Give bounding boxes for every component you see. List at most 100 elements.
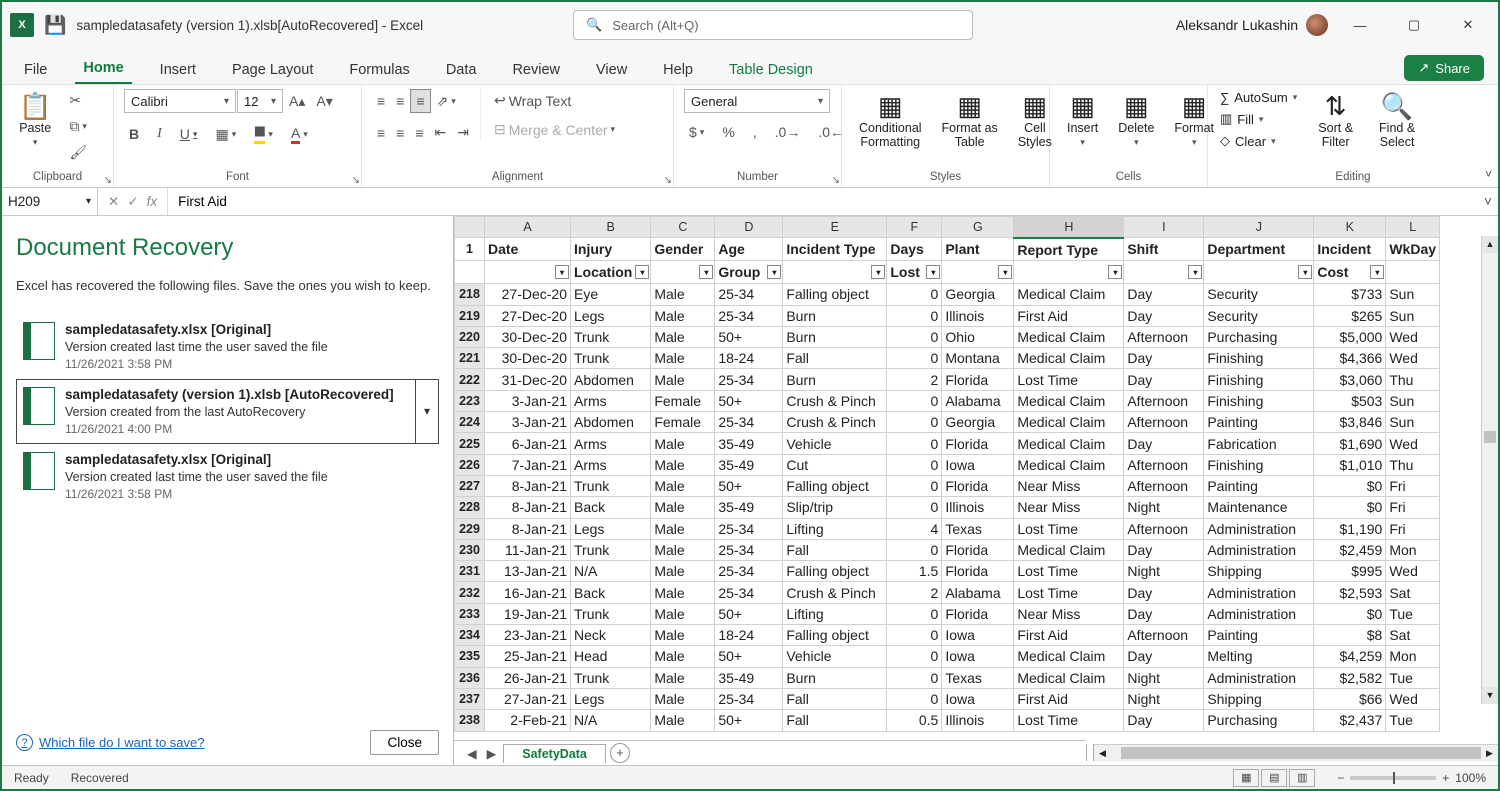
cell[interactable]: Wed	[1386, 348, 1440, 369]
cell[interactable]: Iowa	[942, 646, 1014, 667]
formula-input[interactable]	[168, 188, 1478, 215]
row-header[interactable]: 233	[455, 603, 485, 624]
cell[interactable]: Male	[651, 688, 715, 709]
cell[interactable]: $4,366	[1314, 348, 1386, 369]
cell[interactable]: Medical Claim	[1014, 433, 1124, 454]
cell[interactable]: 35-49	[715, 497, 783, 518]
font-name-select[interactable]: Calibri▾	[124, 89, 236, 113]
cell[interactable]: Shipping	[1204, 561, 1314, 582]
cell[interactable]: $0	[1314, 497, 1386, 518]
cell[interactable]: 25-34	[715, 539, 783, 560]
cell[interactable]: $5,000	[1314, 326, 1386, 347]
increase-decimal-icon[interactable]: .0→	[770, 121, 806, 143]
cell[interactable]: Texas	[942, 518, 1014, 539]
alignment-dialog-launcher[interactable]: ↘	[664, 175, 672, 186]
cell[interactable]: 13-Jan-21	[485, 561, 571, 582]
cell[interactable]: Medical Claim	[1014, 284, 1124, 305]
cell[interactable]: 3-Jan-21	[485, 412, 571, 433]
cell[interactable]: N/A	[571, 710, 651, 731]
cell[interactable]: Legs	[571, 518, 651, 539]
cell[interactable]: 27-Jan-21	[485, 688, 571, 709]
cell[interactable]: Male	[651, 326, 715, 347]
cell[interactable]: $1,190	[1314, 518, 1386, 539]
font-color-button[interactable]: A ▾	[286, 122, 313, 147]
cell[interactable]: 50+	[715, 646, 783, 667]
table-header-cell[interactable]	[1386, 261, 1440, 284]
cell[interactable]: Thu	[1386, 454, 1440, 475]
cell[interactable]: Fri	[1386, 518, 1440, 539]
table-header-cell[interactable]: Incident	[1314, 238, 1386, 261]
paste-button[interactable]: 📋 Paste ▾	[12, 89, 58, 152]
cell[interactable]: Male	[651, 454, 715, 475]
cell[interactable]: Administration	[1204, 518, 1314, 539]
cell[interactable]: $2,437	[1314, 710, 1386, 731]
cell[interactable]: Day	[1124, 284, 1204, 305]
scroll-down-icon[interactable]: ▼	[1482, 687, 1498, 704]
table-header-cell[interactable]: Group▾	[715, 261, 783, 284]
page-layout-view-icon[interactable]: ▤	[1261, 769, 1287, 787]
cell[interactable]: Medical Claim	[1014, 326, 1124, 347]
cell[interactable]: Night	[1124, 688, 1204, 709]
cell[interactable]: Neck	[571, 625, 651, 646]
table-header-cell[interactable]: Location▾	[571, 261, 651, 284]
cell[interactable]: 50+	[715, 603, 783, 624]
cell[interactable]: 25-34	[715, 369, 783, 390]
table-header-cell[interactable]: Plant	[942, 238, 1014, 261]
cell[interactable]: Florida	[942, 561, 1014, 582]
col-header[interactable]: H	[1014, 217, 1124, 238]
cell[interactable]: Illinois	[942, 305, 1014, 326]
cell[interactable]: Afternoon	[1124, 518, 1204, 539]
cell[interactable]: 0	[887, 625, 942, 646]
cell[interactable]: Sat	[1386, 625, 1440, 646]
filter-dropdown-icon[interactable]: ▾	[1370, 265, 1384, 279]
col-header[interactable]: D	[715, 217, 783, 238]
table-header-cell[interactable]: Shift	[1124, 238, 1204, 261]
cell[interactable]: 0	[887, 539, 942, 560]
cell[interactable]: 19-Jan-21	[485, 603, 571, 624]
filter-dropdown-icon[interactable]: ▾	[998, 265, 1012, 279]
cell[interactable]: 30-Dec-20	[485, 326, 571, 347]
cell[interactable]: Lost Time	[1014, 561, 1124, 582]
format-as-table-button[interactable]: ▦Format as Table	[935, 89, 1005, 153]
cell[interactable]: 26-Jan-21	[485, 667, 571, 688]
col-header[interactable]: G	[942, 217, 1014, 238]
col-header[interactable]: K	[1314, 217, 1386, 238]
tab-scroll-left-icon[interactable]: ◀	[464, 746, 480, 761]
cell[interactable]: Male	[651, 369, 715, 390]
cell[interactable]: 0	[887, 390, 942, 411]
cell[interactable]: $0	[1314, 475, 1386, 496]
decrease-indent-icon[interactable]: ⇤	[430, 121, 452, 144]
cell[interactable]: Night	[1124, 561, 1204, 582]
cell[interactable]: Maintenance	[1204, 497, 1314, 518]
cell[interactable]: Day	[1124, 433, 1204, 454]
format-painter-icon[interactable]: 🖌	[64, 141, 92, 164]
cell[interactable]: Burn	[783, 667, 887, 688]
cell[interactable]: N/A	[571, 561, 651, 582]
cell[interactable]: 8-Jan-21	[485, 518, 571, 539]
cell[interactable]: 25-34	[715, 688, 783, 709]
cell[interactable]: Lifting	[783, 518, 887, 539]
cell[interactable]: Head	[571, 646, 651, 667]
cell[interactable]: 8-Jan-21	[485, 475, 571, 496]
row-header[interactable]: 1	[455, 238, 485, 261]
filter-dropdown-icon[interactable]: ▾	[871, 265, 885, 279]
cell[interactable]: 2	[887, 369, 942, 390]
cell[interactable]: 0	[887, 475, 942, 496]
cell[interactable]: Eye	[571, 284, 651, 305]
cell[interactable]: Cut	[783, 454, 887, 475]
cell[interactable]: Sat	[1386, 582, 1440, 603]
cell[interactable]: Afternoon	[1124, 475, 1204, 496]
cell[interactable]: Near Miss	[1014, 603, 1124, 624]
cell[interactable]: 8-Jan-21	[485, 497, 571, 518]
cell[interactable]: Finishing	[1204, 390, 1314, 411]
cell[interactable]: Day	[1124, 369, 1204, 390]
cell[interactable]: 0.5	[887, 710, 942, 731]
tab-data[interactable]: Data	[438, 56, 485, 84]
cell[interactable]: Day	[1124, 582, 1204, 603]
cell[interactable]: Medical Claim	[1014, 390, 1124, 411]
table-header-cell[interactable]: Days	[887, 238, 942, 261]
delete-cell-button[interactable]: ▦Delete▾	[1111, 89, 1161, 152]
cell[interactable]: $1,690	[1314, 433, 1386, 454]
zoom-slider[interactable]	[1350, 776, 1436, 780]
cell[interactable]: Night	[1124, 497, 1204, 518]
